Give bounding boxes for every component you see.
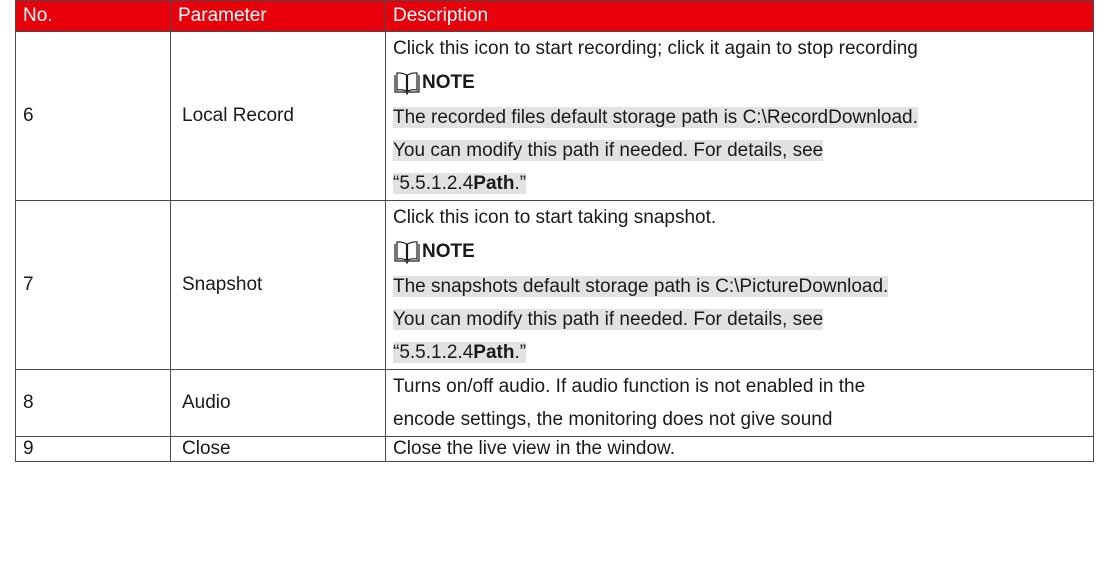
row-parameter: Snapshot — [170, 200, 386, 370]
ref-prefix: “5.5.1.2.4 — [393, 342, 474, 363]
note-line: You can modify this path if needed. For … — [393, 303, 1093, 336]
row-number: 7 — [15, 200, 171, 370]
row-number: 9 — [15, 436, 171, 462]
note-text: You can modify this path if needed. For … — [393, 140, 824, 161]
note-heading: NOTE — [393, 234, 1093, 270]
book-icon — [393, 71, 421, 96]
parameter-table-container: No. Parameter Description 6 Local Record… — [15, 0, 1094, 462]
note-heading: NOTE — [393, 65, 1093, 101]
note-reference: “5.5.1.2.4Path.” — [393, 336, 1093, 369]
ref-suffix: .” — [514, 342, 527, 363]
header-no: No. — [15, 0, 171, 32]
description-text: Turns on/off audio. If audio function is… — [393, 376, 866, 397]
ref-prefix: “5.5.1.2.4 — [393, 173, 474, 194]
table-row: 6 Local Record Click this icon to start … — [15, 31, 1094, 201]
description-text: encode settings, the monitoring does not… — [393, 409, 833, 430]
ref-suffix: .” — [514, 173, 527, 194]
note-text: The snapshots default storage path is C:… — [393, 276, 889, 297]
table-row: 9 Close Close the live view in the windo… — [15, 436, 1094, 462]
row-parameter: Local Record — [170, 31, 386, 201]
note-reference: “5.5.1.2.4Path.” — [393, 167, 1093, 200]
note-line: You can modify this path if needed. For … — [393, 134, 1093, 167]
description-text: Close the live view in the window. — [393, 438, 675, 459]
table-header-row: No. Parameter Description — [15, 0, 1094, 32]
row-number: 6 — [15, 31, 171, 201]
note-text: You can modify this path if needed. For … — [393, 309, 824, 330]
description-text: Click this icon to start taking snapshot… — [393, 207, 717, 228]
header-description: Description — [385, 0, 1094, 32]
header-parameter: Parameter — [170, 0, 386, 32]
book-icon — [393, 240, 421, 265]
row-number: 8 — [15, 369, 171, 437]
table-row: 7 Snapshot Click this icon to start taki… — [15, 200, 1094, 370]
row-description: Click this icon to start taking snapshot… — [385, 200, 1094, 370]
row-description: Close the live view in the window. — [385, 436, 1094, 462]
note-line: The snapshots default storage path is C:… — [393, 270, 1093, 303]
table-row: 8 Audio Turns on/off audio. If audio fun… — [15, 369, 1094, 437]
parameter-table: No. Parameter Description 6 Local Record… — [15, 0, 1094, 462]
note-line: The recorded files default storage path … — [393, 101, 1093, 134]
note-text: The recorded files default storage path … — [393, 107, 918, 128]
row-parameter: Close — [170, 436, 386, 462]
row-description: Turns on/off audio. If audio function is… — [385, 369, 1094, 437]
note-label: NOTE — [422, 72, 475, 93]
row-description: Click this icon to start recording; clic… — [385, 31, 1094, 201]
description-text: Click this icon to start recording; clic… — [393, 38, 918, 59]
row-parameter: Audio — [170, 369, 386, 437]
ref-bold: Path — [473, 342, 515, 363]
note-label: NOTE — [422, 241, 475, 262]
ref-bold: Path — [473, 173, 515, 194]
